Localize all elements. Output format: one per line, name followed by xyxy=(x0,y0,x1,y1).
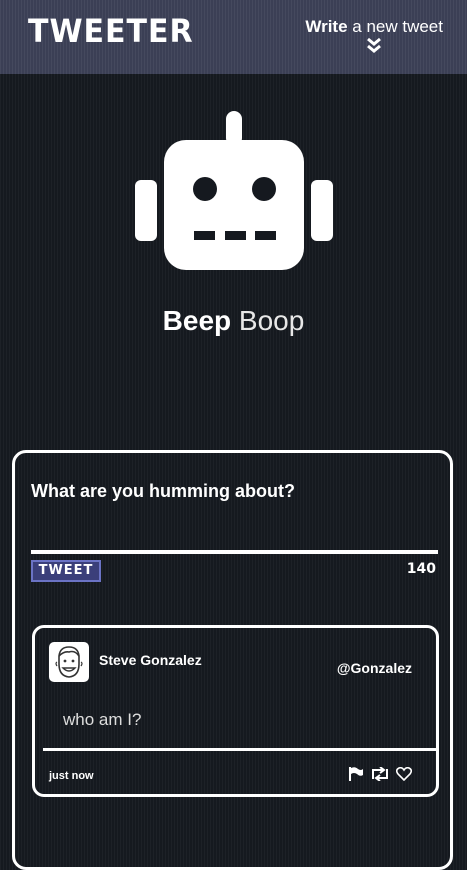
flag-icon[interactable] xyxy=(348,766,364,785)
composer-prompt: What are you humming about? xyxy=(31,481,295,501)
tweet-timestamp: just now xyxy=(49,770,94,782)
profile-first-name: Beep xyxy=(162,305,232,336)
compose-toggle-button[interactable]: Write a new tweet xyxy=(305,17,443,53)
tweet-text: who am I? xyxy=(63,710,142,729)
tweet-author-name[interactable]: Steve Gonzalez xyxy=(99,652,202,668)
face-avatar-icon xyxy=(49,642,89,682)
top-nav: TWEETER Write a new tweet xyxy=(0,0,467,74)
compose-toggle-bold: Write xyxy=(305,17,348,36)
face-avatar-svg xyxy=(55,646,83,678)
profile-name: Beep Boop xyxy=(0,305,467,337)
retweet-icon[interactable] xyxy=(370,766,390,785)
brand-logo[interactable]: TWEETER xyxy=(28,13,194,51)
tweet-card: Steve Gonzalez @Gonzalez who am I? just … xyxy=(32,625,439,797)
tweet-divider xyxy=(43,748,436,751)
tweet-composer: What are you humming about? TWEET 140 St… xyxy=(12,450,453,870)
char-counter: 140 xyxy=(406,561,436,577)
tweet-button[interactable]: TWEET xyxy=(31,560,101,582)
heart-icon[interactable] xyxy=(395,766,413,785)
chevron-down-icon xyxy=(367,37,382,53)
compose-toggle-rest: a new tweet xyxy=(347,17,443,36)
robot-icon xyxy=(135,111,333,270)
tweet-textarea[interactable] xyxy=(31,513,438,554)
profile-last-name: Boop xyxy=(238,305,305,336)
tweet-author-handle[interactable]: @Gonzalez xyxy=(337,660,412,676)
tweet-actions xyxy=(348,766,413,785)
